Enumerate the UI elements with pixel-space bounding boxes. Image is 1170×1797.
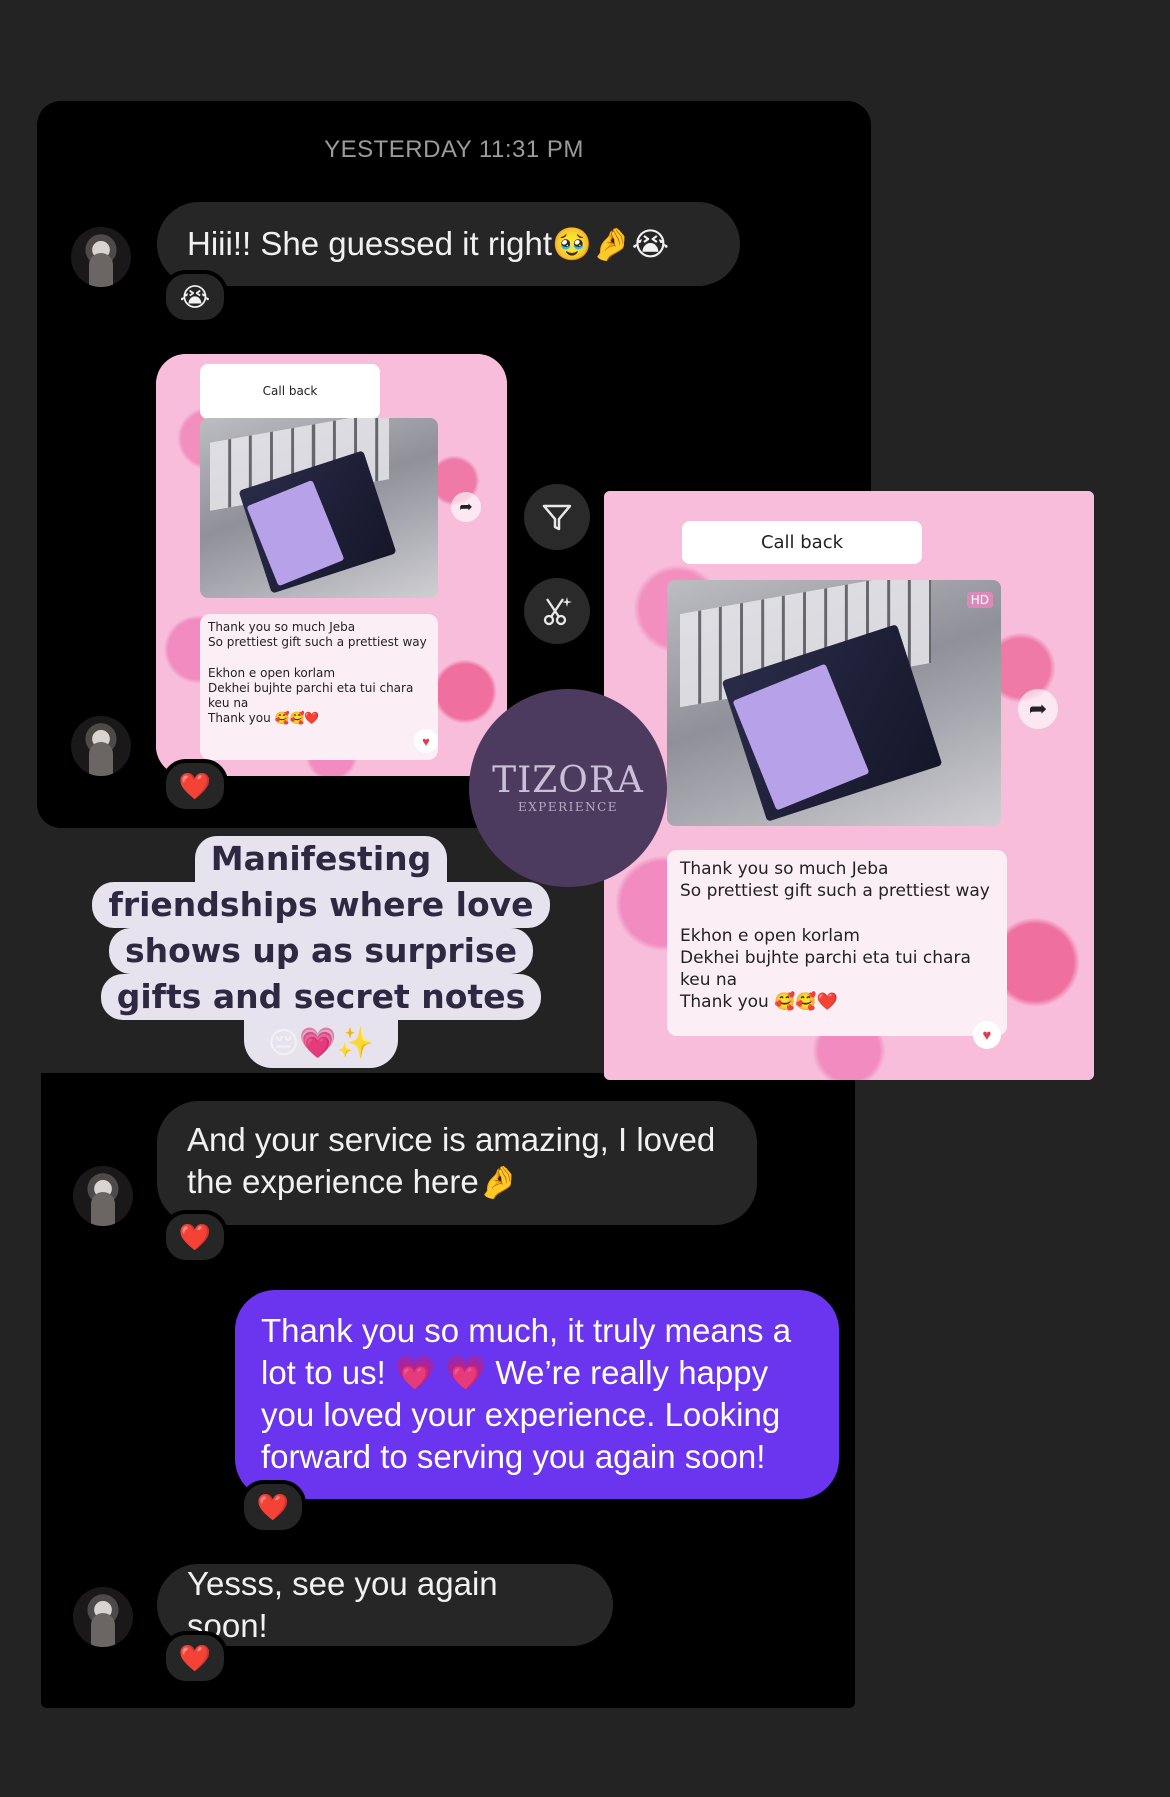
chat-text-1: Thank you so much Jeba So prettiest gift… <box>680 859 990 901</box>
reaction-badge[interactable]: ❤️ <box>240 1480 306 1534</box>
message-emojis: 🥹🤌😭 <box>552 226 670 262</box>
chat-text-card: Thank you so much Jeba So prettiest gift… <box>667 850 1007 1036</box>
message-bubble-outgoing[interactable]: Thank you so much, it truly means a lot … <box>235 1290 839 1499</box>
filter-icon[interactable] <box>524 484 590 550</box>
call-back-label: Call back <box>200 364 380 419</box>
message-timestamp: YESTERDAY 11:31 PM <box>324 136 584 163</box>
message-text: And your service is amazing, I loved the… <box>187 1121 716 1200</box>
caption-line: friendships where love <box>92 882 550 928</box>
avatar[interactable] <box>73 1166 133 1226</box>
reaction-emoji: ❤️ <box>256 1491 290 1522</box>
photo: HD <box>667 580 1001 826</box>
message-emojis: 🤌 <box>478 1164 519 1200</box>
caption-line: Manifesting <box>194 836 448 882</box>
chat-text-2: Ekhon e open korlam Dekhei bujhte parchi… <box>680 926 971 1012</box>
chat-text-1: Thank you so much Jeba So prettiest gift… <box>208 620 427 649</box>
chat-text-card: Thank you so much Jeba So prettiest gift… <box>200 614 438 760</box>
avatar[interactable] <box>71 716 131 776</box>
reaction-emoji: 😭 <box>179 281 211 312</box>
avatar[interactable] <box>73 1587 133 1647</box>
hd-badge: HD <box>966 592 993 608</box>
caption-line: shows up as surprise <box>108 928 534 974</box>
forward-icon: ➦ <box>451 492 481 522</box>
message-bubble-incoming[interactable]: Hiii!! She guessed it right 🥹🤌😭 <box>157 202 740 286</box>
sparkle-cut-icon[interactable] <box>524 578 590 644</box>
reaction-badge[interactable]: 😭 <box>162 270 228 324</box>
reaction-emoji: ❤️ <box>178 1221 212 1252</box>
message-text: Thank you so much, it truly means a lot … <box>261 1312 792 1475</box>
reaction-badge[interactable]: ❤️ <box>162 759 228 813</box>
avatar[interactable] <box>71 227 131 287</box>
call-back-label: Call back <box>682 521 922 564</box>
heart-icon: ♥ <box>973 1021 1001 1049</box>
photo <box>200 418 438 598</box>
logo-name: TIZORA <box>492 760 644 801</box>
caption-emojis: 😔💗✨ <box>244 1020 398 1068</box>
logo-subtitle: EXPERIENCE <box>517 800 619 814</box>
forward-icon: ➦ <box>1018 689 1058 729</box>
message-text: Hiii!! She guessed it right <box>187 225 553 262</box>
reaction-emoji: ❤️ <box>178 1642 212 1673</box>
caption-line: gifts and secret notes <box>100 974 542 1020</box>
message-bubble-incoming[interactable]: Yesss, see you again soon! <box>157 1564 613 1646</box>
reaction-badge[interactable]: ❤️ <box>162 1631 228 1685</box>
caption-sticker: Manifesting friendships where love shows… <box>64 836 578 1068</box>
message-bubble-incoming[interactable]: And your service is amazing, I loved the… <box>157 1101 757 1225</box>
shared-image-expanded[interactable]: Call back HD ➦ Thank you so much Jeba So… <box>604 491 1094 1080</box>
heart-icon: ♥ <box>414 729 438 753</box>
chat-text-2: Ekhon e open korlam Dekhei bujhte parchi… <box>208 666 414 725</box>
reaction-emoji: ❤️ <box>178 770 212 801</box>
reaction-badge[interactable]: ❤️ <box>162 1210 228 1264</box>
message-text: Yesss, see you again soon! <box>187 1565 498 1644</box>
shared-image-thumbnail[interactable]: Call back ➦ Thank you so much Jeba So pr… <box>156 354 507 776</box>
